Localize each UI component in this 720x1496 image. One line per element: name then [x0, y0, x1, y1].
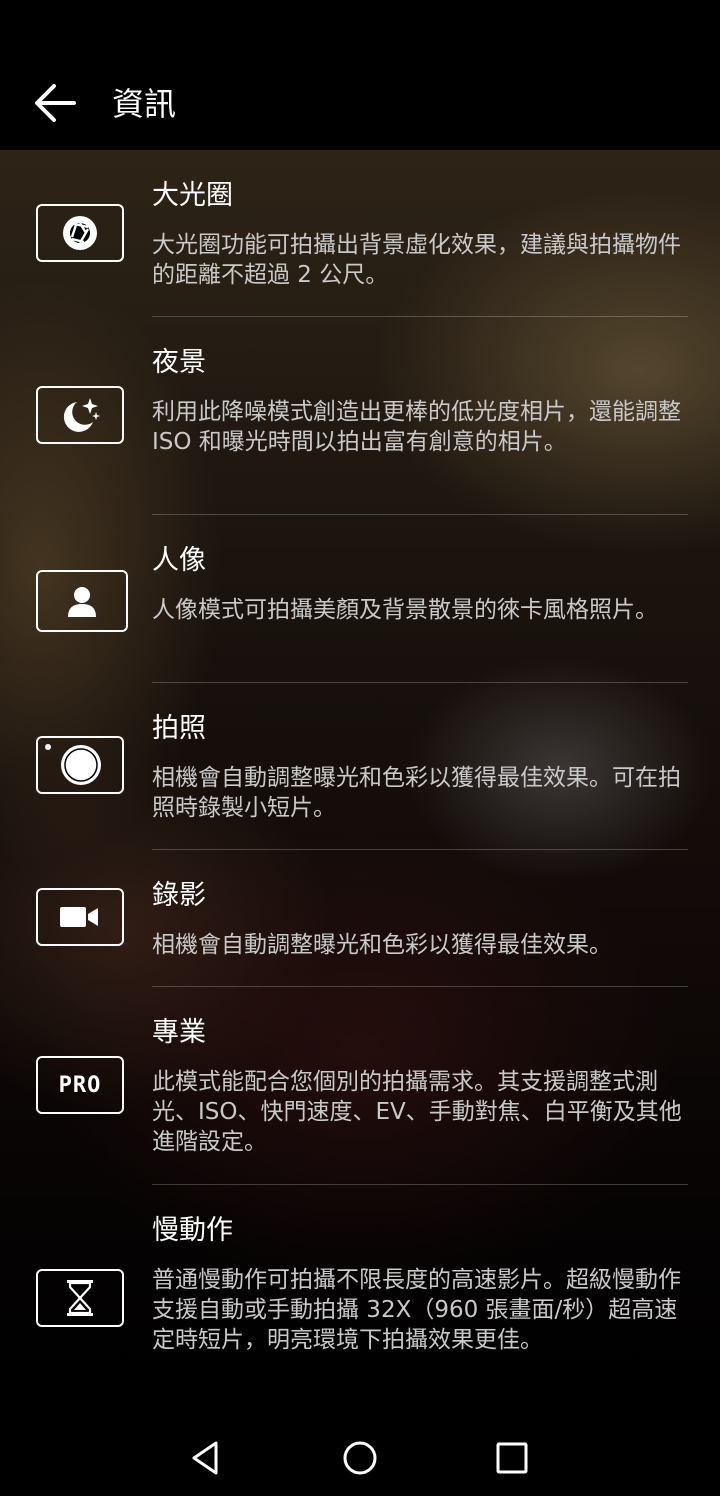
- item-description: 相機會自動調整曝光和色彩以獲得最佳效果。: [152, 932, 612, 958]
- pro-icon: PRO: [36, 1056, 124, 1114]
- triangle-back-icon: [192, 1441, 218, 1475]
- list-item-portrait: 人像 人像模式可拍攝美顏及背景散景的徠卡風格照片。: [0, 515, 720, 683]
- aperture-icon: [36, 204, 124, 262]
- system-navigation-bar: [0, 1420, 720, 1496]
- item-description: 利用此降噪模式創造出更棒的低光度相片，還能調整 ISO 和曝光時間以拍出富有創意…: [152, 399, 681, 455]
- hourglass-icon: [36, 1269, 124, 1327]
- list-item-video: 錄影 相機會自動調整曝光和色彩以獲得最佳效果。: [0, 850, 720, 987]
- info-screen: 資訊 大光圈 大光圈功能可拍攝出背景虛化效果，建議與拍攝物件的距離不超過 2 公…: [0, 0, 720, 1496]
- list-item-night: 夜景 利用此降噪模式創造出更棒的低光度相片，還能調整 ISO 和曝光時間以拍出富…: [0, 317, 720, 515]
- item-description: 相機會自動調整曝光和色彩以獲得最佳效果。可在拍照時錄製小短片。: [152, 765, 681, 821]
- item-description: 人像模式可拍攝美顏及背景散景的徠卡風格照片。: [152, 597, 658, 623]
- list-item-photo: 拍照 相機會自動調整曝光和色彩以獲得最佳效果。可在拍照時錄製小短片。: [0, 683, 720, 850]
- mode-info-list: 大光圈 大光圈功能可拍攝出背景虛化效果，建議與拍攝物件的距離不超過 2 公尺。 …: [0, 150, 720, 1417]
- circle-home-icon: [343, 1441, 377, 1475]
- item-title: 慢動作: [152, 1215, 233, 1246]
- camera-shutter-icon: [36, 736, 124, 794]
- item-title: 拍照: [152, 713, 206, 744]
- item-title: 專業: [152, 1017, 206, 1048]
- list-item-slow-motion: 慢動作 普通慢動作可拍攝不限長度的高速影片。超級慢動作支援自動或手動拍攝 32X…: [0, 1185, 720, 1417]
- item-title: 人像: [152, 545, 206, 576]
- pro-icon-label: PRO: [58, 1072, 102, 1098]
- item-description: 此模式能配合您個別的拍攝需求。其支援調整式測光、ISO、快門速度、EV、手動對焦…: [152, 1069, 682, 1155]
- video-camera-icon: [36, 888, 124, 946]
- arrow-left-icon: [35, 84, 76, 122]
- nav-home-button[interactable]: [334, 1432, 386, 1484]
- page-title: 資訊: [112, 85, 177, 123]
- item-title: 夜景: [152, 347, 206, 378]
- back-button[interactable]: [24, 72, 88, 136]
- list-item-aperture: 大光圈 大光圈功能可拍攝出背景虛化效果，建議與拍攝物件的距離不超過 2 公尺。: [0, 150, 720, 317]
- app-header: 資訊: [0, 0, 720, 150]
- list-item-pro: PRO 專業 此模式能配合您個別的拍攝需求。其支援調整式測光、ISO、快門速度、…: [0, 987, 720, 1185]
- person-icon: [36, 570, 128, 632]
- nav-recents-button[interactable]: [486, 1432, 538, 1484]
- item-title: 錄影: [152, 880, 206, 911]
- item-description: 普通慢動作可拍攝不限長度的高速影片。超級慢動作支援自動或手動拍攝 32X（960…: [152, 1267, 681, 1353]
- item-title: 大光圈: [152, 180, 233, 211]
- nav-back-button[interactable]: [180, 1432, 232, 1484]
- square-recents-icon: [496, 1442, 528, 1474]
- moon-stars-icon: [36, 386, 124, 444]
- item-description: 大光圈功能可拍攝出背景虛化效果，建議與拍攝物件的距離不超過 2 公尺。: [152, 232, 681, 288]
